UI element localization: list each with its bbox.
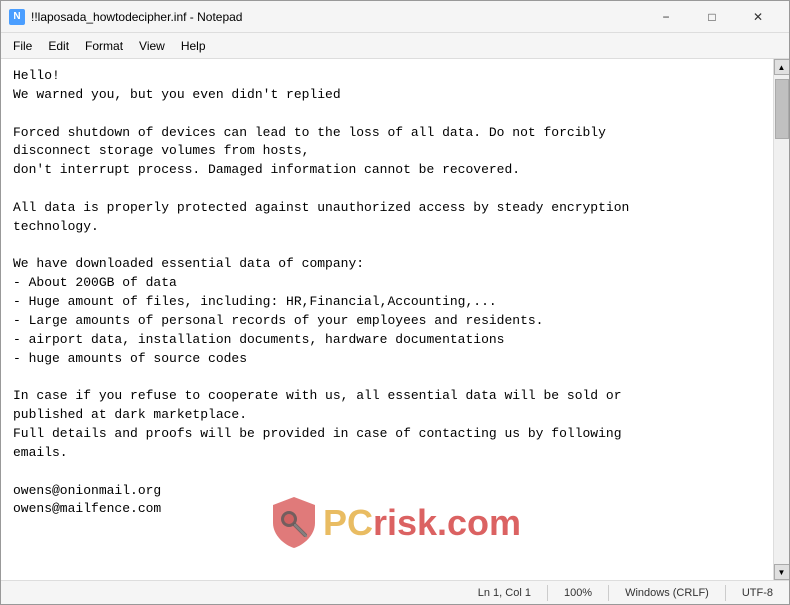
status-line-ending: Windows (CRLF) xyxy=(613,587,721,599)
scroll-track[interactable] xyxy=(774,75,790,564)
content-area: Hello! We warned you, but you even didn'… xyxy=(1,59,789,580)
title-bar: N !!laposada_howtodecipher.inf - Notepad… xyxy=(1,1,789,33)
status-position: Ln 1, Col 1 xyxy=(466,587,543,599)
close-button[interactable]: ✕ xyxy=(735,1,781,33)
status-divider-2 xyxy=(608,585,609,601)
scroll-thumb[interactable] xyxy=(775,79,789,139)
menu-file[interactable]: File xyxy=(5,35,40,57)
status-divider-3 xyxy=(725,585,726,601)
text-editor[interactable]: Hello! We warned you, but you even didn'… xyxy=(1,59,773,580)
status-encoding: UTF-8 xyxy=(730,587,785,599)
scrollbar[interactable]: ▲ ▼ xyxy=(773,59,789,580)
app-icon: N xyxy=(9,9,25,25)
window-controls: − □ ✕ xyxy=(643,1,781,33)
menu-edit[interactable]: Edit xyxy=(40,35,77,57)
scroll-up-button[interactable]: ▲ xyxy=(774,59,790,75)
menu-help[interactable]: Help xyxy=(173,35,214,57)
maximize-button[interactable]: □ xyxy=(689,1,735,33)
scroll-down-button[interactable]: ▼ xyxy=(774,564,790,580)
status-zoom: 100% xyxy=(552,587,604,599)
window-title: !!laposada_howtodecipher.inf - Notepad xyxy=(31,10,643,24)
menu-format[interactable]: Format xyxy=(77,35,131,57)
menu-bar: File Edit Format View Help xyxy=(1,33,789,59)
minimize-button[interactable]: − xyxy=(643,1,689,33)
status-bar: Ln 1, Col 1 100% Windows (CRLF) UTF-8 xyxy=(1,580,789,604)
status-divider-1 xyxy=(547,585,548,601)
menu-view[interactable]: View xyxy=(131,35,173,57)
notepad-window: N !!laposada_howtodecipher.inf - Notepad… xyxy=(0,0,790,605)
